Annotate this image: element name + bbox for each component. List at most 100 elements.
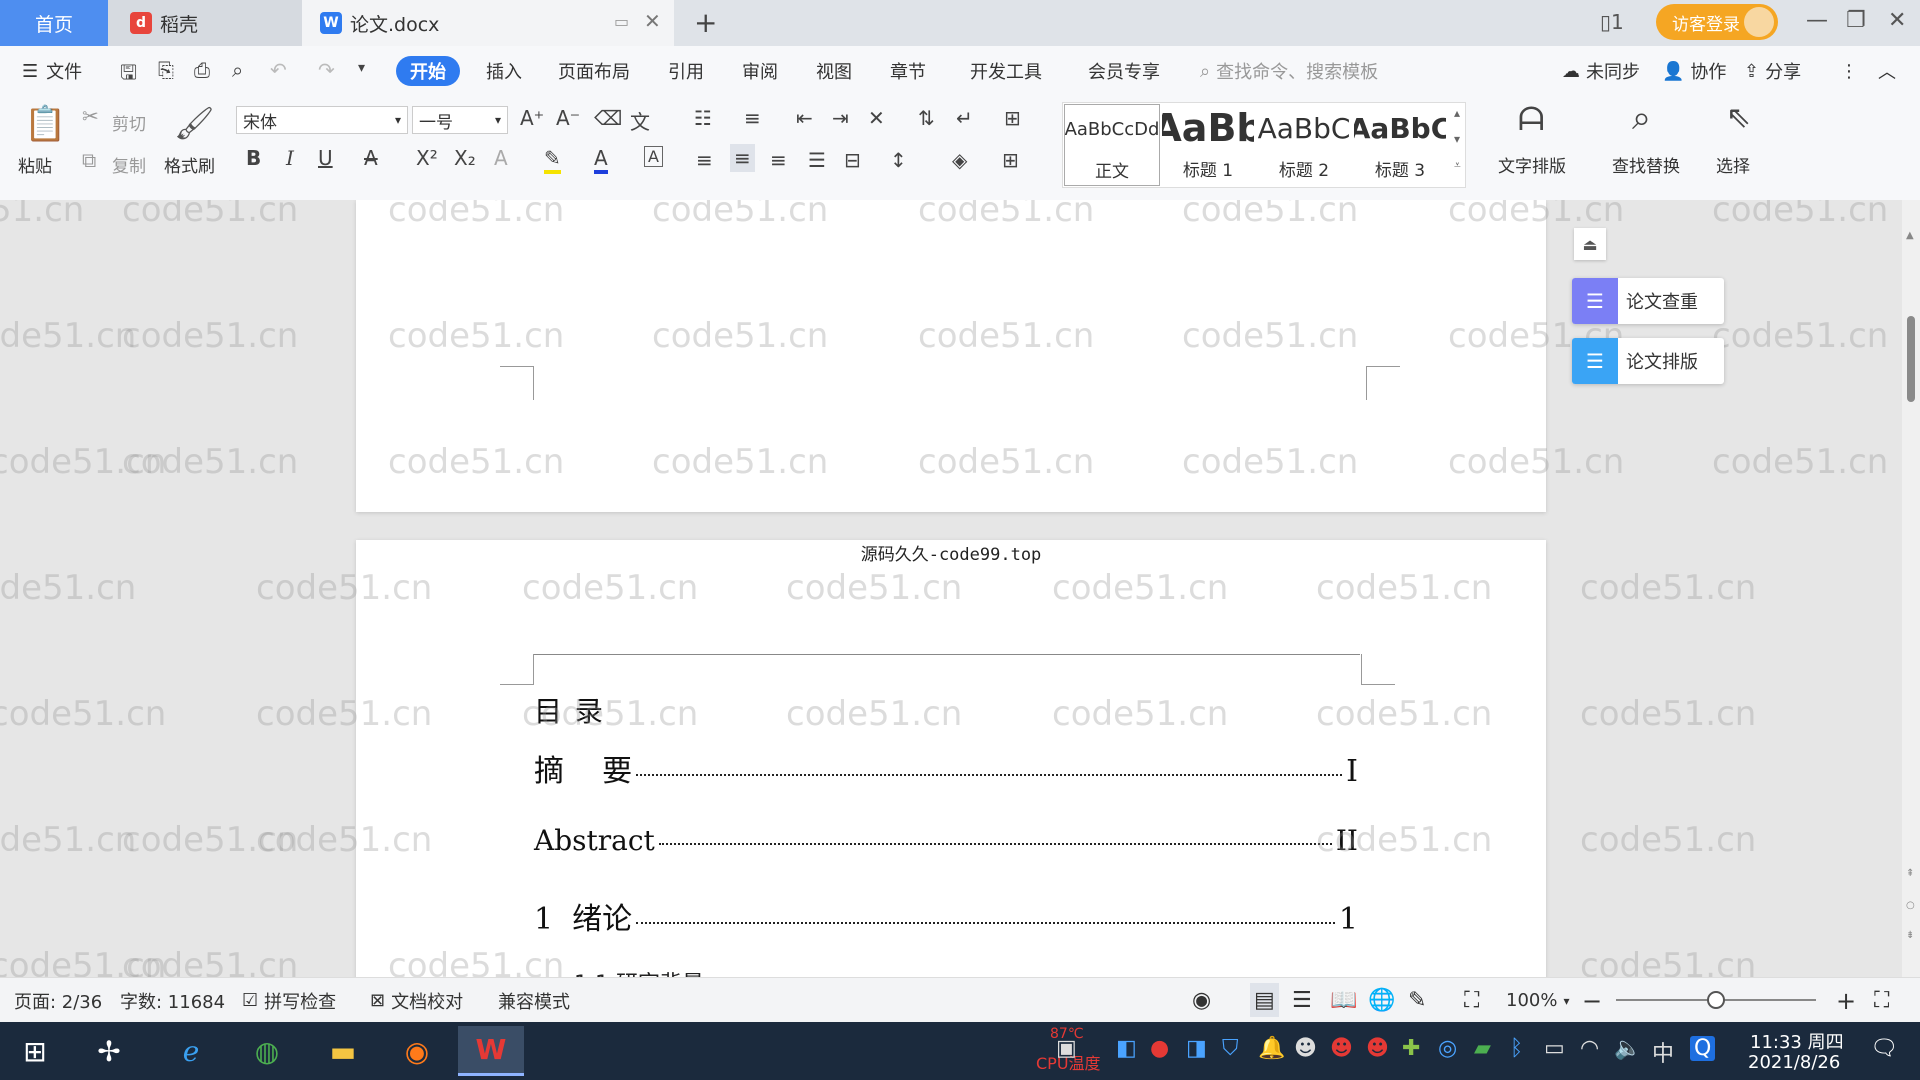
superscript-icon[interactable]: X²: [416, 146, 438, 170]
desktop-icon[interactable]: ▭: [614, 12, 629, 31]
style-more-icon[interactable]: ⩡: [1454, 158, 1461, 173]
paste-button[interactable]: 粘贴: [18, 152, 52, 177]
clock-time[interactable]: 11:33 周四: [1750, 1028, 1844, 1054]
outline-view-icon[interactable]: ☰: [1292, 978, 1312, 1023]
bluetooth-icon[interactable]: ᛒ: [1510, 1036, 1523, 1061]
qq-icon[interactable]: ☻: [1366, 1036, 1389, 1061]
subscript-icon[interactable]: X₂: [454, 146, 476, 170]
highlight-icon[interactable]: ✎: [544, 146, 561, 174]
save-icon[interactable]: 🖫: [120, 58, 137, 92]
tab-document[interactable]: W 论文.docx ▭ ✕: [302, 0, 674, 46]
tab-home[interactable]: 首页: [0, 0, 108, 46]
justify-icon[interactable]: ☰: [808, 148, 826, 172]
qq-icon[interactable]: ☻: [1294, 1036, 1317, 1061]
pinyin-icon[interactable]: 文: [630, 106, 650, 135]
toc-entry[interactable]: Abstract II: [534, 824, 1358, 857]
tab-references[interactable]: 引用: [668, 46, 704, 96]
text-layout-button[interactable]: 文字排版: [1498, 152, 1566, 177]
increase-indent-icon[interactable]: ⇥: [832, 106, 849, 130]
vertical-scrollbar[interactable]: ▲ ⇞ ○ ⇟: [1902, 200, 1920, 977]
tab-view[interactable]: 视图: [816, 46, 852, 96]
format-painter-button[interactable]: 格式刷: [164, 152, 215, 177]
style-normal[interactable]: AaBbCcDd 正文: [1064, 104, 1160, 186]
style-scroll-up-icon[interactable]: ▴: [1454, 106, 1460, 120]
fit-page-icon[interactable]: ⛶: [1464, 978, 1479, 1023]
prev-page-icon[interactable]: ⇞: [1906, 868, 1914, 879]
tab-member[interactable]: 会员专享: [1088, 46, 1160, 96]
line-spacing-icon[interactable]: ↕: [890, 148, 907, 172]
tray-app-icon[interactable]: ◧: [1116, 1036, 1137, 1061]
undo-icon[interactable]: ↶: [270, 58, 287, 82]
toc-entry[interactable]: 1 绪论 1: [534, 894, 1358, 938]
toc-entry[interactable]: 摘 要 I: [534, 746, 1358, 790]
style-heading-1[interactable]: AaBb 标题 1: [1162, 104, 1254, 184]
output-icon[interactable]: ⎘: [158, 58, 174, 82]
nvidia-icon[interactable]: ▰: [1474, 1036, 1491, 1061]
customize-dropdown-icon[interactable]: ▾: [358, 60, 365, 76]
tab-developer[interactable]: 开发工具: [970, 46, 1042, 96]
next-page-icon[interactable]: ⇟: [1906, 930, 1914, 941]
input-method[interactable]: 中: [1652, 1036, 1674, 1068]
cut-button[interactable]: 剪切: [112, 110, 146, 135]
notification-icon[interactable]: 🗨: [1870, 1036, 1898, 1061]
show-marks-icon[interactable]: ↵: [956, 106, 973, 130]
tab-insert[interactable]: 插入: [486, 46, 522, 96]
wps-taskbar-icon[interactable]: W: [458, 1026, 524, 1076]
copy-icon[interactable]: ⧉: [82, 148, 96, 172]
tab-daoke[interactable]: d 稻壳: [108, 0, 302, 46]
select-browse-icon[interactable]: ○: [1906, 900, 1915, 911]
battery-icon[interactable]: ▭: [1544, 1036, 1565, 1061]
align-left-icon[interactable]: ≡: [696, 148, 713, 172]
bold-icon[interactable]: B: [246, 146, 261, 170]
tray-plus-icon[interactable]: ✚: [1402, 1036, 1420, 1061]
distribute-icon[interactable]: ⊟: [844, 148, 861, 172]
zoom-slider-thumb[interactable]: [1707, 991, 1725, 1009]
char-border-icon[interactable]: A: [644, 146, 663, 167]
increase-font-icon[interactable]: A⁺: [520, 106, 544, 130]
close-window-icon[interactable]: ✕: [1888, 8, 1906, 33]
file-menu[interactable]: ☰ 文件: [22, 46, 82, 96]
style-heading-3[interactable]: AaBbC 标题 3: [1354, 104, 1446, 184]
numbered-list-icon[interactable]: ≡: [744, 106, 761, 130]
app-pinwheel-icon[interactable]: ✢: [76, 1026, 142, 1076]
command-search[interactable]: ⌕ 查找命令、搜索模板: [1200, 46, 1378, 96]
window-layout-icon[interactable]: ▯1: [1600, 10, 1624, 34]
search-app-icon[interactable]: Q: [1690, 1036, 1716, 1061]
scrollbar-thumb[interactable]: [1907, 316, 1915, 402]
tab-start[interactable]: 开始: [396, 56, 460, 86]
share-button[interactable]: ⇪ 分享: [1744, 46, 1801, 96]
font-name-select[interactable]: 宋体 ▾: [236, 106, 408, 134]
find-replace-button[interactable]: 查找替换: [1612, 152, 1680, 177]
align-right-icon[interactable]: ≡: [770, 148, 787, 172]
shading-icon[interactable]: ◈: [952, 148, 967, 172]
decrease-font-icon[interactable]: A⁻: [556, 106, 580, 130]
find-replace-icon[interactable]: ⌕: [1632, 98, 1651, 138]
clock-date[interactable]: 2021/8/26: [1748, 1052, 1840, 1073]
align-center-icon[interactable]: ≡: [730, 144, 755, 172]
reading-view-icon[interactable]: 📖: [1330, 978, 1357, 1023]
new-tab-button[interactable]: +: [694, 6, 717, 39]
tab-stops-icon[interactable]: ⊞: [1004, 106, 1021, 130]
sync-button[interactable]: ☁ 未同步: [1562, 46, 1640, 96]
windows-start-icon[interactable]: ⊞: [2, 1026, 68, 1076]
doc-proofread-button[interactable]: ⊠ 文档校对: [370, 978, 463, 1023]
font-size-select[interactable]: 一号 ▾: [412, 106, 508, 134]
tray-app-icon[interactable]: ●: [1150, 1036, 1169, 1061]
page-indicator[interactable]: 页面: 2/36: [14, 978, 102, 1023]
zoom-slider[interactable]: [1616, 991, 1816, 1009]
text-layout-icon[interactable]: ᗩ: [1518, 100, 1545, 139]
tab-page-layout[interactable]: 页面布局: [558, 46, 630, 96]
wifi-icon[interactable]: ◠: [1580, 1036, 1599, 1061]
print-icon[interactable]: ⎙: [194, 58, 210, 82]
collaborate-button[interactable]: 👤 协作: [1662, 46, 1726, 96]
volume-icon[interactable]: 🔈: [1614, 1036, 1641, 1061]
app-mascot-icon[interactable]: ◉: [384, 1026, 450, 1076]
tab-chapter[interactable]: 章节: [890, 46, 926, 96]
decrease-indent-icon[interactable]: ⇤: [796, 106, 813, 130]
copy-button[interactable]: 复制: [112, 152, 146, 177]
clear-format-icon[interactable]: ⌫: [594, 106, 622, 130]
zoom-select[interactable]: 100% ▾: [1506, 978, 1570, 1023]
select-button[interactable]: 选择: [1716, 152, 1750, 177]
strikethrough-icon[interactable]: A: [364, 146, 378, 170]
scroll-top-icon[interactable]: ▲: [1906, 230, 1914, 241]
